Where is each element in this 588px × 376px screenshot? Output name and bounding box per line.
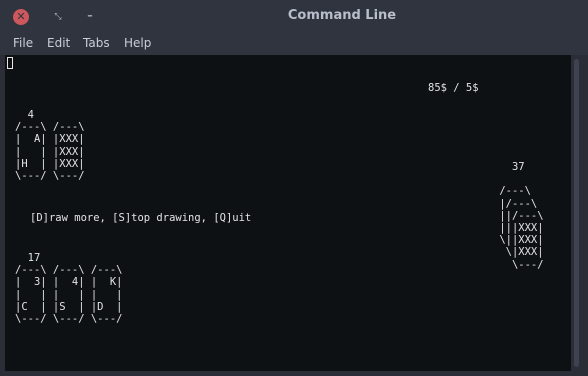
score-display: 85$ / 5$ <box>428 82 479 94</box>
menu-bar: File Edit Tabs Help <box>0 33 588 55</box>
minimize-icon[interactable]: – <box>82 9 98 25</box>
scrollbar[interactable] <box>571 55 583 371</box>
menu-tabs[interactable]: Tabs <box>83 36 110 50</box>
dealer-cards: 4 /---\ /---\ | A| |XXX| | | |XXX| |H | … <box>15 109 85 183</box>
terminal-area[interactable]: 85$ / 5$ 4 /---\ /---\ | A| |XXX| | | |X… <box>5 55 571 371</box>
menu-edit[interactable]: Edit <box>47 36 70 50</box>
menu-help[interactable]: Help <box>124 36 151 50</box>
close-icon[interactable]: ✕ <box>13 9 29 25</box>
deck-stack: 37 /---\ |/---\ ||/---\ |||XXX| \||XXX| … <box>499 161 544 271</box>
terminal-window: ✕ ⤡ – Command Line File Edit Tabs Help 8… <box>0 0 588 376</box>
maximize-icon[interactable]: ⤡ <box>50 9 66 25</box>
action-prompt: [D]raw more, [S]top drawing, [Q]uit <box>30 212 252 224</box>
scrollbar-thumb[interactable] <box>574 59 579 367</box>
menu-file[interactable]: File <box>13 36 33 50</box>
window-title: Command Line <box>287 8 397 23</box>
text-cursor <box>7 57 13 69</box>
title-bar[interactable]: ✕ ⤡ – Command Line <box>0 0 588 33</box>
player-cards: 17 /---\ /---\ /---\ | 3| | 4| | K| | | … <box>15 252 123 326</box>
